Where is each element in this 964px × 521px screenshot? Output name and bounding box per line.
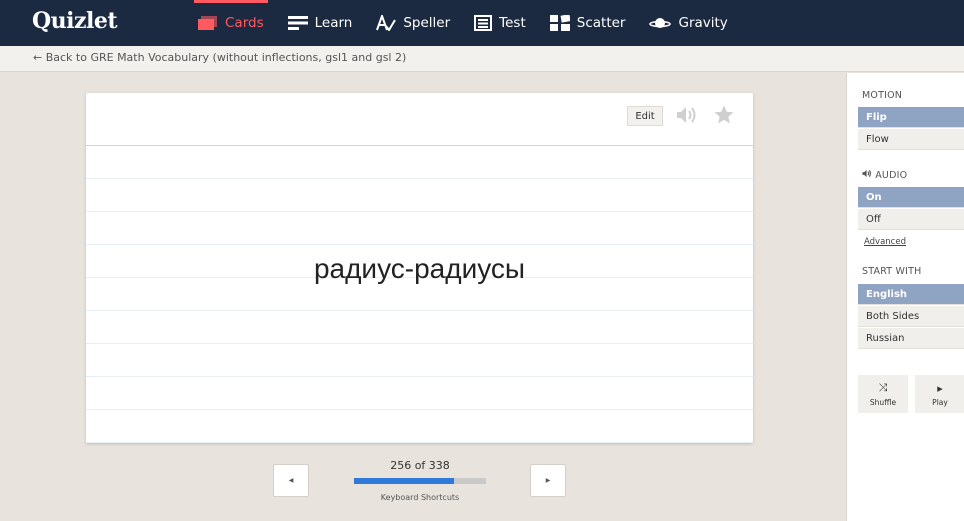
progress-bar (354, 478, 486, 484)
card-counter: 256 of 338 (390, 459, 450, 472)
motion-flip-option[interactable]: Flip (858, 107, 964, 128)
tab-label: Learn (314, 15, 353, 31)
edit-button[interactable]: Edit (627, 106, 663, 126)
chevron-right-icon: ▶ (545, 477, 551, 484)
play-label: Play (932, 397, 948, 407)
tab-label: Speller (403, 15, 451, 31)
back-to-set-link[interactable]: ← Back to GRE Math Vocabulary (without i… (33, 51, 406, 64)
start-russian-option[interactable]: Russian (858, 328, 964, 349)
audio-label: AUDIO (875, 170, 908, 181)
cards-icon (198, 15, 218, 31)
motion-label: MOTION (862, 90, 903, 101)
speller-icon (376, 15, 397, 31)
options-sidebar: MOTION Flip Flow AUDIO On Off Advanced S… (846, 73, 964, 521)
shuffle-label: Shuffle (869, 398, 897, 407)
test-icon (474, 15, 493, 31)
play-icon: ▸ (937, 381, 943, 395)
card-ruled-lines (86, 146, 753, 443)
keyboard-shortcuts-link[interactable]: Keyboard Shortcuts (354, 493, 486, 502)
card-term: радиус-радиусы (313, 253, 526, 284)
tab-speller[interactable]: Speller (364, 0, 462, 46)
speaker-icon (862, 169, 875, 181)
advanced-audio-link[interactable]: Advanced (864, 237, 906, 247)
shuffle-icon: ⤨ (878, 381, 888, 394)
motion-flow-option[interactable]: Flow (858, 129, 964, 150)
progress-fill (354, 478, 454, 484)
top-bar: Quizlet Cards Learn Speller Test Scatter… (0, 0, 964, 46)
speaker-icon[interactable] (676, 106, 698, 128)
breadcrumb-bar: ← Back to GRE Math Vocabulary (without i… (0, 46, 964, 72)
quizlet-logo[interactable]: Quizlet (32, 8, 118, 34)
card-header: Edit (86, 93, 753, 146)
start-english-option[interactable]: English (858, 284, 964, 305)
shuffle-button[interactable]: ⤨ Shuffle (858, 375, 908, 413)
audio-off-option[interactable]: Off (858, 209, 964, 230)
tab-label: Test (499, 15, 526, 31)
star-icon[interactable] (713, 104, 735, 130)
start-both-sides-option[interactable]: Both Sides (858, 306, 964, 327)
play-button[interactable]: ▸ Play (915, 375, 964, 413)
tab-label: Gravity (678, 15, 728, 31)
audio-label-row: AUDIO (862, 169, 907, 181)
next-card-button[interactable]: ▶ (530, 464, 566, 497)
audio-on-option[interactable]: On (858, 187, 964, 208)
learn-icon (287, 16, 308, 30)
chevron-left-icon: ◀ (288, 477, 294, 484)
gravity-icon (649, 16, 672, 30)
scatter-icon (549, 15, 570, 31)
study-mode-nav: Cards Learn Speller Test Scatter Gravity (186, 0, 740, 46)
tab-gravity[interactable]: Gravity (637, 0, 739, 46)
tab-learn[interactable]: Learn (276, 0, 365, 46)
start-with-label: START WITH (862, 266, 922, 277)
previous-card-button[interactable]: ◀ (273, 464, 309, 497)
tab-label: Cards (225, 15, 264, 31)
tab-cards[interactable]: Cards (186, 0, 276, 46)
flashcard[interactable]: Edit радиус-радиусы (86, 93, 753, 443)
tab-test[interactable]: Test (462, 0, 538, 46)
tab-scatter[interactable]: Scatter (538, 0, 638, 46)
tab-label: Scatter (576, 15, 626, 31)
